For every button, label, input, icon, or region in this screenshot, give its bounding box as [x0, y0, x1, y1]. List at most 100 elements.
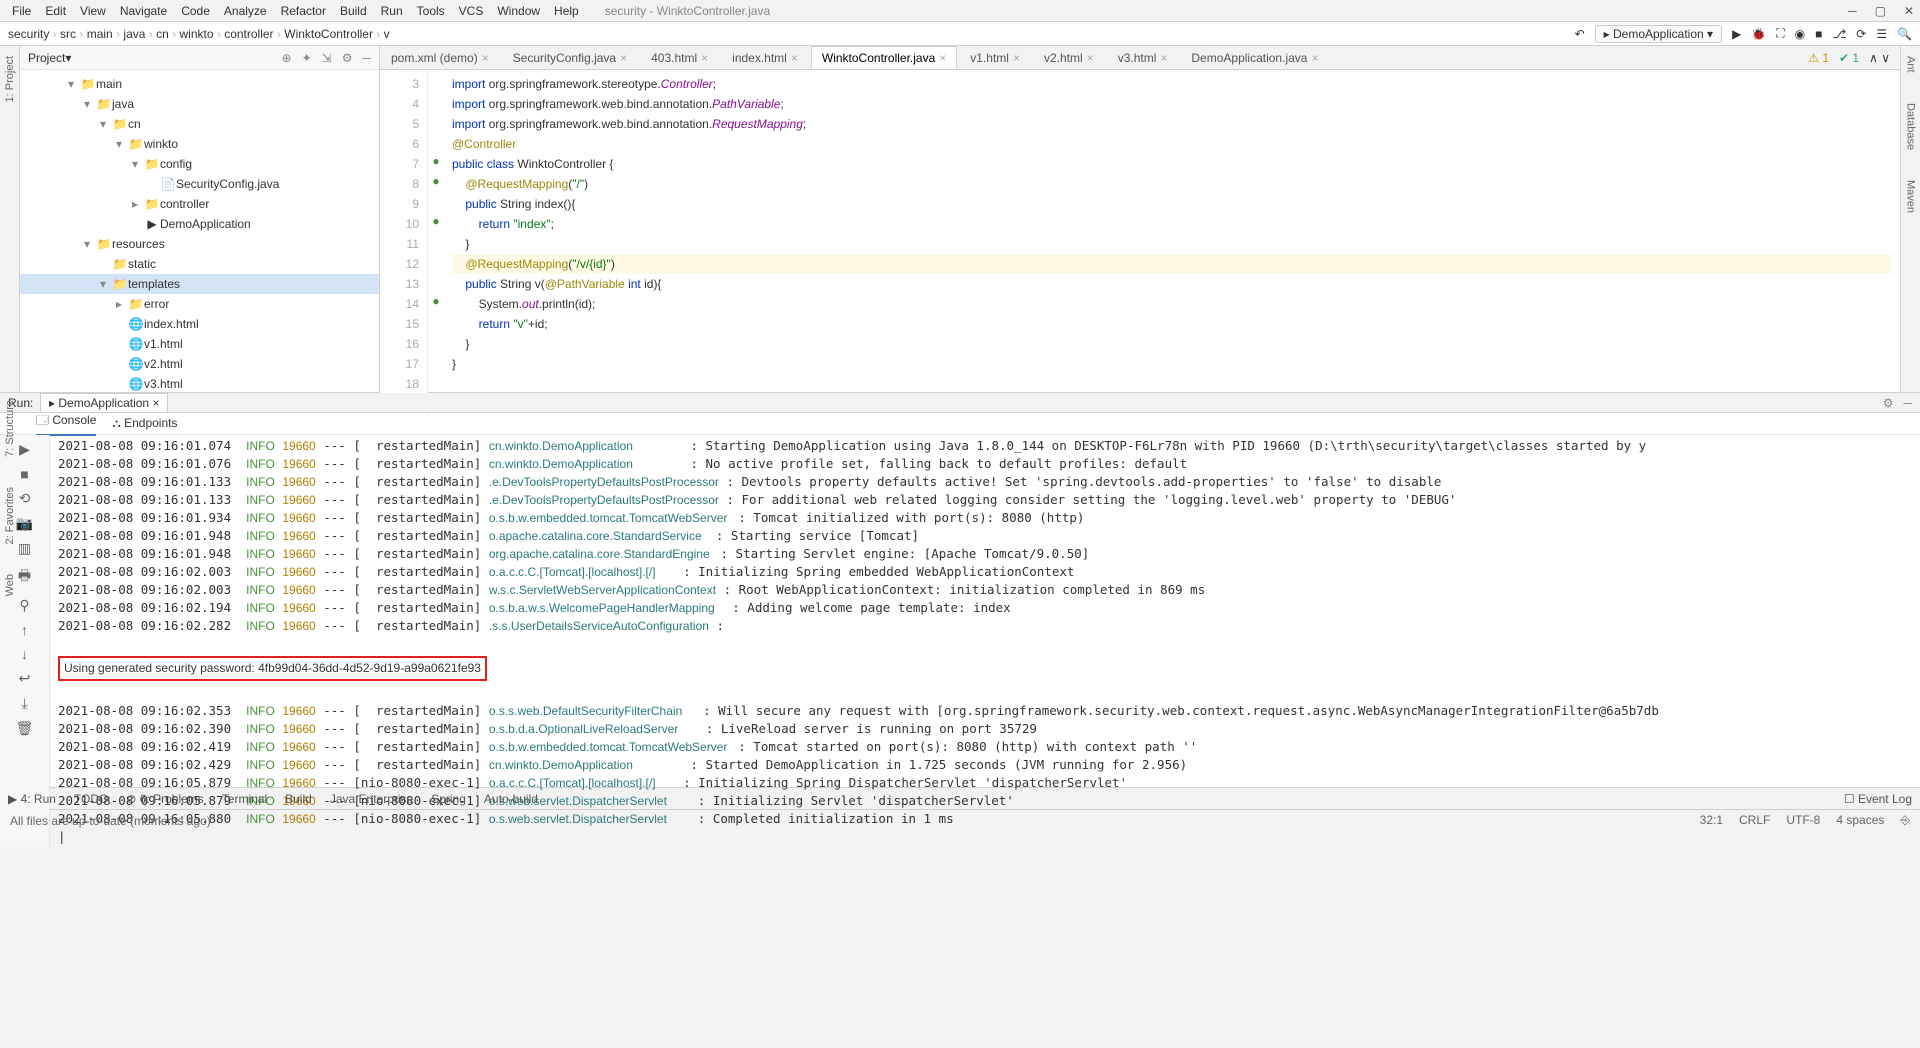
expand-all-icon[interactable]: ✦ [302, 51, 312, 65]
tool-web[interactable]: Web [4, 574, 16, 596]
editor-tab[interactable]: SecurityConfig.java× [502, 46, 638, 69]
tree-node[interactable]: ▾📁 resources [20, 234, 379, 254]
tree-node[interactable]: ▶ DemoApplication [20, 214, 379, 234]
tree-node[interactable]: ▾📁 templates [20, 274, 379, 294]
status-item[interactable]: CRLF [1739, 813, 1770, 828]
wrap-icon[interactable]: ↩ [19, 670, 31, 687]
select-opened-icon[interactable]: ⊕ [282, 51, 292, 65]
menu-tools[interactable]: Tools [411, 4, 451, 18]
profile-icon[interactable]: ◉ [1795, 27, 1805, 41]
stop-icon[interactable]: ■ [1815, 27, 1822, 41]
maximize-icon[interactable]: ▢ [1875, 4, 1886, 18]
editor-tab[interactable]: v2.html× [1033, 46, 1105, 69]
tree-node[interactable]: 🌐 v1.html [20, 334, 379, 354]
project-tree[interactable]: ▾📁 main▾📁 java▾📁 cn▾📁 winkto▾📁 config📄 S… [20, 70, 379, 392]
collapse-icon[interactable]: ⇲ [322, 51, 332, 65]
debug-icon[interactable]: 🐞 [1751, 27, 1766, 41]
editor-tab[interactable]: pom.xml (demo)× [380, 46, 500, 69]
trash-icon[interactable]: 🗑 [16, 720, 34, 737]
editor-tab[interactable]: DemoApplication.java× [1180, 46, 1329, 69]
console-tab[interactable]: 🗔 Console [36, 411, 96, 436]
tree-node[interactable]: ▾📁 config [20, 154, 379, 174]
status-item[interactable]: UTF-8 [1786, 813, 1820, 828]
menu-window[interactable]: Window [491, 4, 546, 18]
gear-icon[interactable]: ⚙ [342, 51, 353, 65]
filter-icon[interactable]: ⚲ [19, 597, 29, 614]
code-editor[interactable]: import org.springframework.stereotype.Co… [444, 70, 1900, 418]
endpoints-tab[interactable]: ⛬ Endpoints [112, 416, 177, 431]
tree-node[interactable]: ▾📁 cn [20, 114, 379, 134]
menu-view[interactable]: View [74, 4, 112, 18]
up-icon[interactable]: ↑ [21, 622, 28, 638]
editor-tab[interactable]: v3.html× [1107, 46, 1179, 69]
bottom-tab[interactable]: Terminal [222, 792, 267, 806]
tool-1-project[interactable]: 1: Project [4, 56, 16, 102]
hide-icon[interactable]: ─ [362, 51, 371, 65]
editor-tab[interactable]: WinktoController.java× [811, 46, 957, 69]
tree-node[interactable]: 📁 static [20, 254, 379, 274]
tree-node[interactable]: 🌐 v2.html [20, 354, 379, 374]
run-settings-icon[interactable]: ⚙ [1883, 396, 1894, 410]
editor-area: pom.xml (demo)×SecurityConfig.java×403.h… [380, 46, 1900, 392]
tool-maven[interactable]: Maven [1905, 180, 1917, 213]
console-output[interactable]: 2021-08-08 09:16:01.074 INFO 19660 --- [… [50, 435, 1920, 847]
search-icon[interactable]: 🔍 [1897, 27, 1912, 41]
update-icon[interactable]: ⟳ [1856, 27, 1866, 41]
bottom-tab[interactable]: Java Enterprise [330, 792, 413, 806]
menu-build[interactable]: Build [334, 4, 373, 18]
menu-vcs[interactable]: VCS [453, 4, 490, 18]
tree-node[interactable]: ▾📁 main [20, 74, 379, 94]
menu-file[interactable]: File [6, 4, 37, 18]
menu-navigate[interactable]: Navigate [114, 4, 173, 18]
tree-node[interactable]: ▾📁 winkto [20, 134, 379, 154]
run-config-select[interactable]: ▸ DemoApplication ▾ [1595, 25, 1722, 43]
minimize-icon[interactable]: ─ [1848, 4, 1857, 18]
run-icon[interactable]: ▶ [1732, 27, 1741, 41]
breadcrumb[interactable]: security › src › main › java › cn › wink… [8, 27, 390, 41]
scroll-icon[interactable]: ⤓ [21, 695, 27, 712]
status-item[interactable]: ⎆ [1900, 813, 1910, 828]
stop-run-icon[interactable]: ■ [20, 466, 28, 482]
status-item[interactable]: 32:1 [1700, 813, 1723, 828]
tree-node[interactable]: ▸📁 controller [20, 194, 379, 214]
bottom-tab[interactable]: TODO [74, 792, 108, 806]
bottom-tab[interactable]: Build [285, 792, 312, 806]
editor-tab[interactable]: index.html× [721, 46, 809, 69]
bottom-tab[interactable]: Spring [431, 792, 466, 806]
tool-database[interactable]: Database [1905, 103, 1917, 150]
tree-node[interactable]: 📄 SecurityConfig.java [20, 174, 379, 194]
menu-code[interactable]: Code [175, 4, 216, 18]
menu-help[interactable]: Help [548, 4, 585, 18]
project-label[interactable]: Project [28, 51, 65, 65]
tool-2-favorites[interactable]: 2: Favorites [4, 487, 16, 544]
status-item[interactable]: 4 spaces [1836, 813, 1884, 828]
git-icon[interactable]: ⎇ [1832, 27, 1846, 41]
bottom-tab[interactable]: ▶ 4: Run [8, 792, 56, 806]
run-hide-icon[interactable]: ─ [1903, 396, 1912, 410]
coverage-icon[interactable]: ⛶ [1776, 26, 1784, 41]
editor-tab[interactable]: v1.html× [959, 46, 1031, 69]
settings-icon[interactable]: ☰ [1876, 27, 1887, 41]
left-tool-strip-lower: 7: Structure 2: Favorites Web [0, 400, 20, 597]
tree-node[interactable]: 🌐 index.html [20, 314, 379, 334]
restart-icon[interactable]: ⟲ [19, 490, 31, 507]
bottom-tab[interactable]: ⊘ 6: Problems [126, 792, 203, 806]
nav-back-icon[interactable]: ↶ [1575, 27, 1585, 41]
bottom-tab[interactable]: Auto-build [484, 792, 538, 806]
run-tab[interactable]: ▸ DemoApplication × [40, 393, 168, 412]
down-icon[interactable]: ↓ [21, 646, 28, 662]
menu-run[interactable]: Run [375, 4, 409, 18]
tool-ant[interactable]: Ant [1905, 56, 1917, 73]
menu-refactor[interactable]: Refactor [275, 4, 332, 18]
rerun-icon[interactable]: ▶ [19, 441, 30, 458]
tool-7-structure[interactable]: 7: Structure [4, 400, 16, 457]
tree-node[interactable]: 🌐 v3.html [20, 374, 379, 392]
tree-node[interactable]: ▸📁 error [20, 294, 379, 314]
inspection-widget[interactable]: ⚠ 1 ✔ 1 ∧ ∨ [1798, 47, 1900, 69]
event-log[interactable]: ☐ Event Log [1844, 792, 1912, 806]
menu-analyze[interactable]: Analyze [218, 4, 273, 18]
editor-tab[interactable]: 403.html× [640, 46, 719, 69]
close-icon[interactable]: ✕ [1904, 4, 1914, 18]
tree-node[interactable]: ▾📁 java [20, 94, 379, 114]
menu-edit[interactable]: Edit [39, 4, 72, 18]
